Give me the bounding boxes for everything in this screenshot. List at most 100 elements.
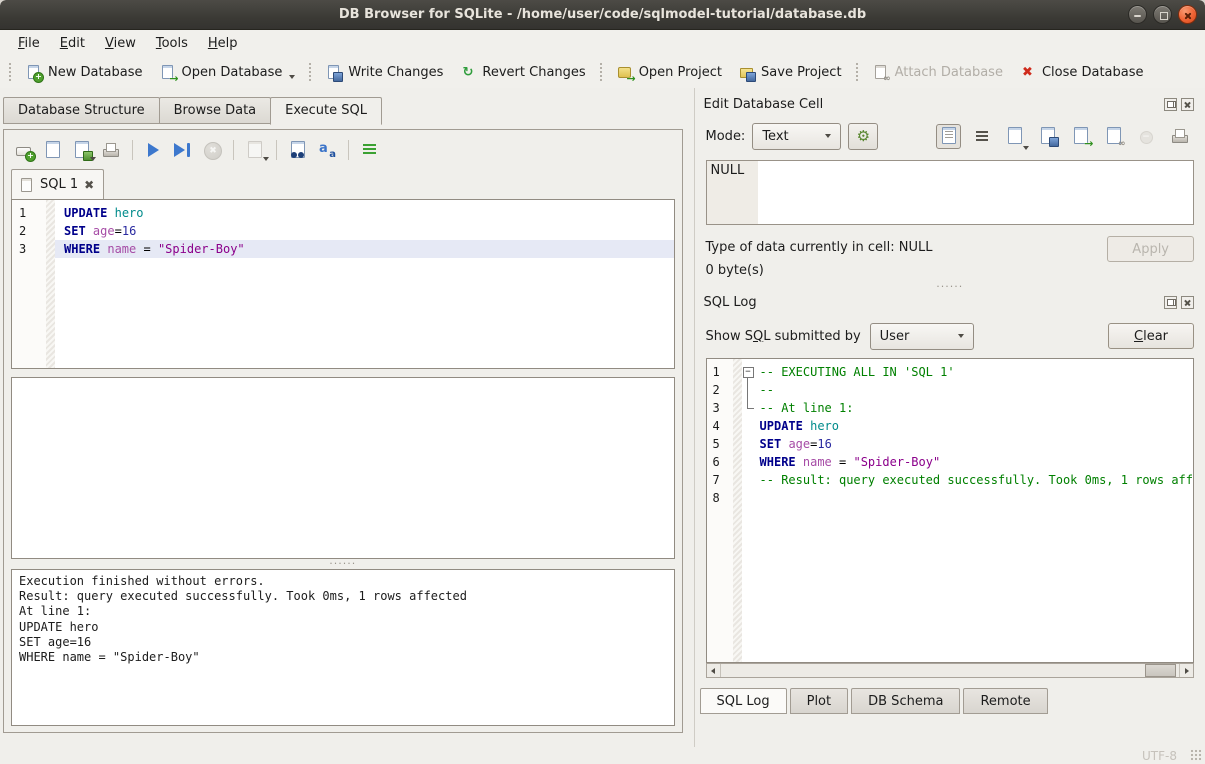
dropdown-caret-icon[interactable] <box>1023 146 1029 150</box>
menu-view[interactable]: View <box>95 33 146 54</box>
dock-splitter-handle[interactable] <box>699 282 1201 292</box>
mode-select[interactable]: Text <box>752 123 841 150</box>
export-cell-button[interactable] <box>1068 124 1093 149</box>
dropdown-caret-icon[interactable] <box>90 157 96 161</box>
resize-grip[interactable] <box>1190 749 1202 761</box>
dock-tabbar: SQL LogPlotDB SchemaRemote <box>699 688 1201 714</box>
save-project-icon <box>738 64 755 81</box>
open-project-button[interactable]: Open Project <box>608 60 730 85</box>
dock-tab-plot[interactable]: Plot <box>790 688 849 714</box>
scrollbar-thumb[interactable] <box>1145 664 1176 677</box>
menu-file[interactable]: File <box>8 33 50 54</box>
scroll-left-icon[interactable] <box>707 664 721 677</box>
new-tab-button[interactable] <box>13 139 35 161</box>
code-segment: UPDATE <box>64 206 107 220</box>
close-dock-icon[interactable] <box>1181 98 1194 111</box>
execution-message[interactable]: Execution finished without errors. Resul… <box>11 569 675 726</box>
cell-content[interactable] <box>758 161 1193 224</box>
code-line: WHERE name = "Spider-Boy" <box>55 240 674 258</box>
maximize-icon[interactable] <box>1153 5 1172 24</box>
float-dock-icon[interactable] <box>1164 296 1177 309</box>
menu-edit[interactable]: Edit <box>50 33 95 54</box>
main-tabstrip: Database StructureBrowse DataExecute SQL <box>0 88 691 124</box>
dock-tab-remote[interactable]: Remote <box>963 688 1047 714</box>
scroll-right-icon[interactable] <box>1179 664 1193 677</box>
execute-all-button[interactable] <box>143 139 165 161</box>
close-icon[interactable] <box>1178 5 1197 24</box>
execute-line-button[interactable] <box>172 139 194 161</box>
float-dock-icon[interactable] <box>1164 98 1177 111</box>
code-line: -- <box>757 381 1193 399</box>
sql-tab[interactable]: SQL 1 ✖ <box>11 169 104 199</box>
open-in-app-button[interactable] <box>848 123 878 150</box>
open-file-button[interactable] <box>1002 124 1027 149</box>
code-segment: UPDATE <box>760 419 803 433</box>
editor-line-numbers: 123 <box>12 200 46 368</box>
sql-log-view[interactable]: 12345678 -- EXECUTING ALL IN 'SQL 1'----… <box>706 358 1194 663</box>
tab-browse-data[interactable]: Browse Data <box>159 97 272 124</box>
line-number: 4 <box>713 417 733 435</box>
log-filter-select[interactable]: User <box>870 323 974 350</box>
code-segment: -- EXECUTING ALL IN 'SQL 1' <box>760 365 955 379</box>
fold-marker[interactable] <box>742 381 757 399</box>
fold-marker[interactable] <box>742 363 757 381</box>
open-sql-file-button[interactable] <box>42 139 64 161</box>
toolbar-separator <box>309 63 311 81</box>
fold-marker[interactable] <box>742 399 757 417</box>
save-sql-file-button[interactable] <box>71 139 93 161</box>
word-wrap-button[interactable] <box>969 124 994 149</box>
tab-database-structure[interactable]: Database Structure <box>3 97 160 124</box>
line-number: 3 <box>713 399 733 417</box>
dock-tab-sql-log[interactable]: SQL Log <box>700 688 787 714</box>
cell-editor[interactable]: NULL <box>706 160 1194 225</box>
right-dock: Edit Database Cell Mode: Text NULL <box>694 88 1205 747</box>
dock-tab-db-schema[interactable]: DB Schema <box>851 688 960 714</box>
code-segment: = <box>832 455 854 469</box>
results-grid[interactable] <box>11 377 675 559</box>
minimize-icon[interactable] <box>1128 5 1147 24</box>
print-cell-button[interactable] <box>1167 124 1192 149</box>
sql-toolbar <box>11 136 675 166</box>
dropdown-caret-icon[interactable] <box>263 157 269 161</box>
cell-null-indicator: NULL <box>707 161 758 224</box>
sql-editor[interactable]: 123 UPDATE heroSET age=16WHERE name = "S… <box>11 199 675 369</box>
close-database-button[interactable]: Close Database <box>1011 60 1152 85</box>
format-sql-button[interactable] <box>359 139 381 161</box>
sql-log-title: SQL Log <box>704 295 1160 310</box>
find-button[interactable] <box>287 139 309 161</box>
execute-line-icon <box>173 140 193 160</box>
print-button[interactable] <box>100 139 122 161</box>
fold-cell <box>742 435 757 453</box>
horizontal-scrollbar[interactable] <box>706 663 1194 678</box>
toolbar-label: Revert Changes <box>482 65 585 80</box>
statusbar: UTF-8 <box>0 747 1205 764</box>
text-document-button[interactable] <box>936 124 961 149</box>
link-button[interactable] <box>1101 124 1126 149</box>
code-segment: name <box>803 455 832 469</box>
code-segment: hero <box>115 206 144 220</box>
titlebar[interactable]: DB Browser for SQLite - /home/user/code/… <box>0 0 1205 30</box>
write-changes-button[interactable]: Write Changes <box>317 60 451 85</box>
clear-button[interactable]: Clear <box>1108 323 1194 349</box>
toolbar-label: Attach Database <box>895 65 1003 80</box>
menu-help[interactable]: Help <box>198 33 248 54</box>
new-database-button[interactable]: New Database <box>17 60 151 85</box>
save-file-button[interactable] <box>1035 124 1060 149</box>
close-dock-icon[interactable] <box>1181 296 1194 309</box>
find-replace-button[interactable] <box>316 139 338 161</box>
close-tab-icon[interactable]: ✖ <box>84 179 94 191</box>
menu-tools[interactable]: Tools <box>146 33 198 54</box>
line-number: 2 <box>713 381 733 399</box>
print-cell-icon <box>1170 126 1190 146</box>
splitter-handle[interactable] <box>11 559 675 569</box>
edit-cell-title: Edit Database Cell <box>704 97 1160 112</box>
dropdown-caret-icon[interactable] <box>289 75 295 79</box>
save-project-button[interactable]: Save Project <box>730 60 850 85</box>
main-toolbar: New DatabaseOpen Database Write Changes Re… <box>0 56 1205 88</box>
new-tab-icon <box>14 140 34 160</box>
code-segment: SET <box>760 437 782 451</box>
tab-execute-sql[interactable]: Execute SQL <box>270 97 382 125</box>
revert-changes-button[interactable]: Revert Changes <box>451 60 593 85</box>
fold-cell <box>742 471 757 489</box>
open-database-button[interactable]: Open Database <box>151 60 304 85</box>
